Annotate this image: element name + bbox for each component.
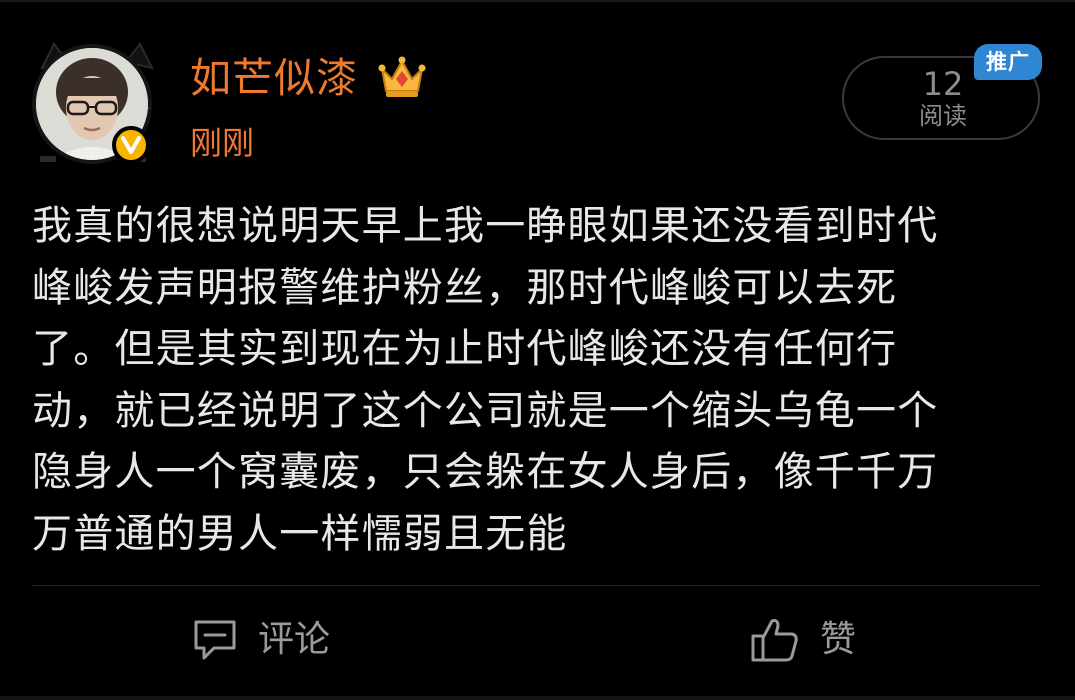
top-divider — [0, 0, 1075, 2]
bottom-divider — [0, 696, 1075, 700]
post-body-line: 了。但是其实到现在为止时代峰峻还没有任何行 — [32, 326, 898, 372]
post-body-line: 隐身人一个窝囊废，只会躲在女人身后，像千千万 — [32, 449, 939, 495]
post-body-text: 我真的很想说明天早上我一睁眼如果还没看到时代 峰峻发声明报警维护粉丝，那时代峰峻可… — [32, 196, 1042, 565]
author-avatar[interactable] — [32, 38, 162, 168]
action-divider — [32, 585, 1040, 586]
comment-label: 评论 — [258, 619, 331, 660]
read-label: 阅读 — [919, 102, 967, 130]
crown-icon — [378, 56, 426, 97]
post-body-line: 万普通的男人一样懦弱且无能 — [32, 510, 568, 557]
like-label: 赞 — [820, 619, 857, 660]
comment-icon — [194, 620, 236, 660]
post-body-line: 动，就已经说明了这个公司就是一个缩头乌龟一个 — [32, 387, 939, 434]
post-timestamp: 刚刚 — [190, 124, 255, 162]
author-name[interactable]: 如芒似漆 — [190, 50, 358, 106]
vip-v-icon — [112, 126, 150, 164]
promo-badge: 推广 — [974, 44, 1042, 80]
comment-button[interactable]: 评论 — [192, 610, 330, 670]
post-body-line: 我真的很想说明天早上我一睁眼如果还没看到时代 — [32, 203, 939, 249]
thumbs-up-icon — [751, 619, 798, 662]
post-body-line: 峰峻发声明报警维护粉丝，那时代峰峻可以去死 — [32, 264, 898, 311]
like-button[interactable]: 赞 — [750, 610, 856, 670]
post-card: 如芒似漆 刚刚 12 阅读 推广 我真的很想说明天早上我一睁眼如果还没看到时代峰… — [0, 0, 1075, 700]
